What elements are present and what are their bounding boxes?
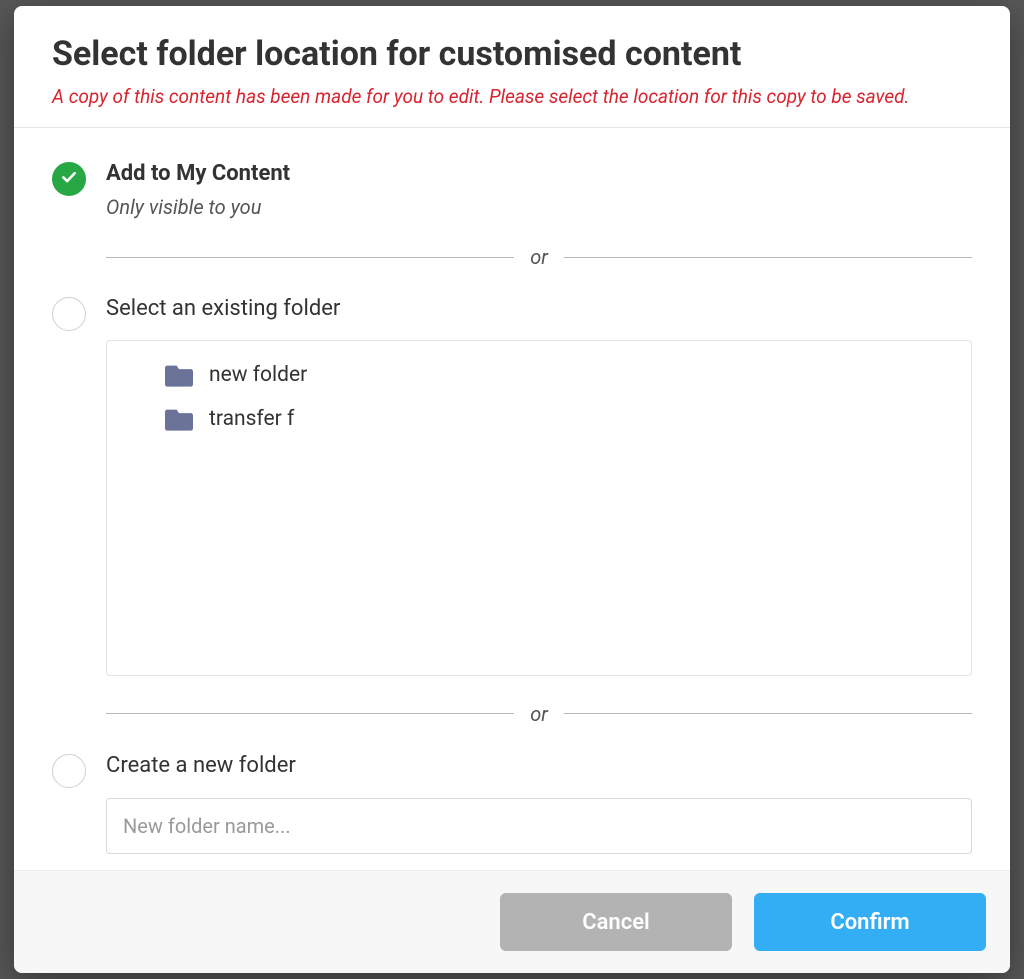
- option-my-content-title: Add to My Content: [106, 160, 972, 189]
- modal-subtitle: A copy of this content has been made for…: [52, 85, 972, 110]
- divider-line: [564, 257, 972, 258]
- check-icon: [60, 168, 78, 190]
- folder-icon: [165, 363, 193, 387]
- folder-label: transfer f: [209, 407, 294, 431]
- option-my-content[interactable]: Add to My Content Only visible to you: [52, 160, 972, 219]
- divider-text: or: [530, 245, 548, 269]
- folder-icon: [165, 407, 193, 431]
- option-existing-folder-title: Select an existing folder: [106, 295, 972, 324]
- divider-line: [106, 257, 514, 258]
- cancel-button[interactable]: Cancel: [500, 893, 732, 951]
- divider-or-1: or: [106, 245, 972, 269]
- option-my-content-text: Add to My Content Only visible to you: [106, 160, 972, 219]
- divider-line: [564, 713, 972, 714]
- folder-label: new folder: [209, 363, 307, 387]
- modal-footer: Cancel Confirm: [14, 870, 1010, 973]
- folder-location-modal: Select folder location for customised co…: [14, 6, 1010, 973]
- option-existing-folder[interactable]: Select an existing folder new folder tra…: [52, 295, 972, 676]
- modal-title: Select folder location for customised co…: [52, 34, 972, 75]
- option-new-folder-title: Create a new folder: [106, 752, 972, 781]
- option-new-folder-content: Create a new folder: [106, 752, 972, 855]
- option-my-content-desc: Only visible to you: [106, 195, 972, 219]
- folder-item[interactable]: transfer f: [107, 397, 971, 441]
- radio-new-folder[interactable]: [52, 754, 86, 788]
- option-existing-folder-content: Select an existing folder new folder tra…: [106, 295, 972, 676]
- modal-body: Add to My Content Only visible to you or…: [14, 128, 1010, 870]
- confirm-button[interactable]: Confirm: [754, 893, 986, 951]
- folder-item[interactable]: new folder: [107, 353, 971, 397]
- divider-text: or: [530, 702, 548, 726]
- folder-list: new folder transfer f: [106, 340, 972, 676]
- option-new-folder[interactable]: Create a new folder: [52, 752, 972, 855]
- divider-line: [106, 713, 514, 714]
- new-folder-name-input[interactable]: [106, 798, 972, 854]
- radio-existing-folder[interactable]: [52, 297, 86, 331]
- divider-or-2: or: [106, 702, 972, 726]
- radio-my-content[interactable]: [52, 162, 86, 196]
- modal-header: Select folder location for customised co…: [14, 6, 1010, 128]
